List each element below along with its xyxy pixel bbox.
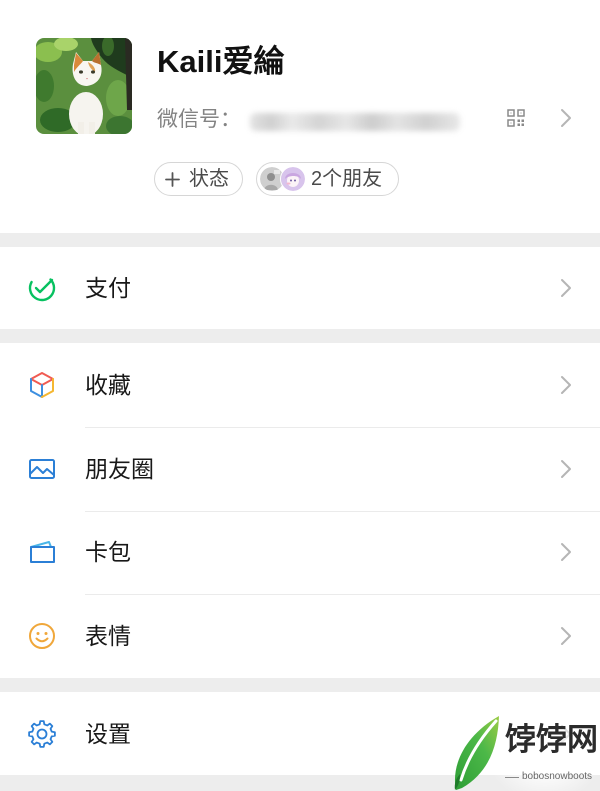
menu-row-cards[interactable]: 卡包: [0, 510, 600, 595]
favorites-cube-icon: [27, 370, 57, 400]
menu-row-moments[interactable]: 朋友圈: [0, 426, 600, 511]
menu-row-label: 表情: [85, 623, 131, 650]
settings-gear-icon: [27, 719, 57, 749]
chevron-right-icon: [560, 108, 572, 128]
profile-avatar[interactable]: [36, 38, 132, 134]
menu-row-stickers[interactable]: 表情: [0, 594, 600, 678]
watermark-subtitle: bobosnowboots: [522, 771, 593, 782]
friends-button-label: 2个朋友: [311, 168, 383, 190]
menu-row-label: 朋友圈: [85, 455, 154, 482]
watermark-title: 饽饽网: [505, 722, 598, 757]
add-status-button[interactable]: 状态: [154, 162, 243, 196]
friend-avatar: [281, 167, 305, 191]
wechat-id-value-blurred: [250, 113, 460, 131]
menu-row-favorites[interactable]: 收藏: [0, 343, 600, 427]
status-button-label: 状态: [189, 168, 229, 190]
sticker-smiley-icon: [27, 621, 57, 651]
friends-button[interactable]: 2个朋友: [256, 162, 399, 196]
profile-header[interactable]: Kaili爱綸 微信号： 状态 2个朋友: [0, 0, 600, 233]
chevron-right-icon: [560, 459, 572, 479]
profile-name: Kaili爱綸: [157, 44, 285, 79]
menu-row-label: 收藏: [85, 371, 131, 398]
card-wallet-icon: [27, 537, 57, 567]
menu-row-label: 支付: [85, 275, 131, 301]
wechat-id-label: 微信号：: [157, 108, 241, 131]
menu-group-pay: 支付: [0, 247, 600, 329]
menu-row-label: 设置: [85, 720, 131, 747]
menu-row-pay[interactable]: 支付: [0, 247, 600, 329]
plus-icon: [165, 171, 180, 187]
leaf-logo-icon: [452, 714, 502, 791]
chevron-right-icon: [560, 626, 572, 646]
moments-picture-icon: [27, 454, 57, 484]
menu-group-main: 收藏 朋友圈 卡包 表情: [0, 343, 600, 678]
site-watermark: 饽饽网 bobosnowboots: [440, 700, 600, 791]
chevron-right-icon: [560, 278, 572, 298]
chevron-right-icon: [560, 375, 572, 395]
wechat-pay-icon: [27, 273, 57, 303]
watermark-rule: [505, 776, 519, 778]
menu-row-label: 卡包: [85, 539, 131, 566]
chevron-right-icon: [560, 542, 572, 562]
watermark-subtitle-row: bobosnowboots: [505, 771, 592, 783]
qr-code-icon[interactable]: [507, 109, 525, 127]
